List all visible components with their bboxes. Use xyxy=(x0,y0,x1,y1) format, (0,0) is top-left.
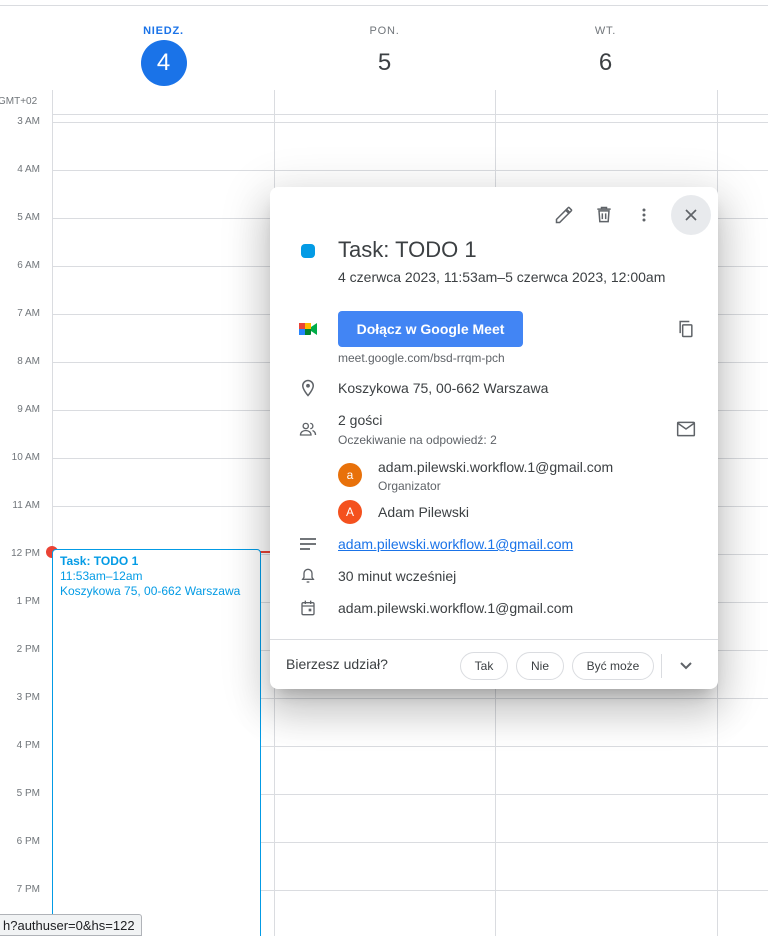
hour-label: 11 AM xyxy=(12,500,40,511)
event-details-popup: Task: TODO 1 4 czerwca 2023, 11:53am–5 c… xyxy=(270,187,718,689)
people-icon xyxy=(297,418,319,440)
hour-label: 5 PM xyxy=(16,788,40,799)
day-name: NIEDZ. xyxy=(143,25,184,37)
hour-grid-line xyxy=(52,170,768,171)
rsvp-separator xyxy=(661,654,662,678)
copy-button[interactable] xyxy=(674,317,698,341)
event-title-heading: Task: TODO 1 xyxy=(338,237,477,262)
event-location-detail: Koszykowa 75, 00-662 Warszawa xyxy=(338,380,549,396)
chevron-down-icon xyxy=(680,662,692,670)
calendar-owner: adam.pilewski.workflow.1@gmail.com xyxy=(338,600,574,616)
reminder-text: 30 minut wcześniej xyxy=(338,568,457,584)
notes-icon xyxy=(297,533,319,555)
delete-button[interactable] xyxy=(584,195,624,235)
close-button[interactable] xyxy=(671,195,711,235)
more-options-button[interactable] xyxy=(624,195,664,235)
guest-name: adam.pilewski.workflow.1@gmail.com xyxy=(378,459,614,475)
google-meet-icon xyxy=(297,318,319,340)
description-link[interactable]: adam.pilewski.workflow.1@gmail.com xyxy=(338,536,573,552)
hour-label: 4 AM xyxy=(17,164,40,175)
hour-grid-line xyxy=(52,122,768,123)
delete-icon xyxy=(597,206,611,223)
day-number[interactable]: 6 xyxy=(583,40,629,86)
event-time: 11:53am–12am xyxy=(60,569,143,583)
event-datetime: 4 czerwca 2023, 11:53am–5 czerwca 2023, … xyxy=(338,269,666,285)
rsvp-more-button[interactable] xyxy=(674,654,698,678)
event-block[interactable]: Task: TODO 1 11:53am–12am Koszykowa 75, … xyxy=(52,549,261,936)
hour-label: 6 PM xyxy=(16,836,40,847)
hour-label: 7 AM xyxy=(17,308,40,319)
guests-count: 2 gości xyxy=(338,412,383,428)
bell-icon xyxy=(297,565,319,587)
day-name: WT. xyxy=(594,25,617,37)
day-number[interactable]: 5 xyxy=(362,40,408,86)
timezone-label: GMT+02 xyxy=(0,96,38,107)
more-vert-icon xyxy=(642,208,646,222)
rsvp-no-button[interactable]: Nie xyxy=(516,652,564,680)
rsvp-yes-button[interactable]: Tak xyxy=(460,652,508,680)
all-day-divider xyxy=(52,114,768,115)
day-header-tuesday[interactable]: WT. 6 xyxy=(495,0,716,90)
calendar-icon xyxy=(297,597,319,619)
hour-label: 10 AM xyxy=(11,452,40,463)
hour-label: 4 PM xyxy=(16,740,40,751)
meet-link[interactable]: meet.google.com/bsd-rrqm-pch xyxy=(338,351,505,365)
rsvp-divider xyxy=(270,639,718,640)
edit-icon xyxy=(555,206,573,224)
edit-button[interactable] xyxy=(544,195,584,235)
join-meet-button[interactable]: Dołącz w Google Meet xyxy=(338,311,523,347)
guest-role: Organizator xyxy=(378,479,441,493)
rsvp-label: Bierzesz udział? xyxy=(286,656,388,672)
rsvp-maybe-button[interactable]: Być może xyxy=(572,652,654,680)
hour-label: 6 AM xyxy=(17,260,40,271)
event-title: Task: TODO 1 xyxy=(60,554,139,568)
status-bar-url: h?authuser=0&hs=122 xyxy=(0,914,142,936)
close-icon xyxy=(685,209,697,221)
event-color-square xyxy=(301,244,315,258)
hour-label: 12 PM xyxy=(11,548,40,559)
hour-label: 2 PM xyxy=(16,644,40,655)
event-location: Koszykowa 75, 00-662 Warszawa xyxy=(60,584,241,598)
day-name: PON. xyxy=(369,25,400,37)
hour-label: 9 AM xyxy=(17,404,40,415)
hour-label: 5 AM xyxy=(17,212,40,223)
avatar: A xyxy=(338,500,362,524)
day-header-sunday[interactable]: NIEDZ. 4 xyxy=(53,0,274,90)
copy-icon xyxy=(679,320,693,338)
guest-name: Adam Pilewski xyxy=(378,504,470,520)
day-number[interactable]: 4 xyxy=(140,40,187,86)
hour-label: 3 AM xyxy=(17,116,40,127)
hour-label: 7 PM xyxy=(16,884,40,895)
hour-label: 3 PM xyxy=(16,692,40,703)
email-guests-button[interactable] xyxy=(674,417,698,441)
mail-icon xyxy=(676,421,696,437)
location-icon xyxy=(297,377,319,399)
day-header-monday[interactable]: PON. 5 xyxy=(274,0,495,90)
hour-label: 1 PM xyxy=(16,596,40,607)
guests-waiting: Oczekiwanie na odpowiedź: 2 xyxy=(338,433,497,447)
hour-label: 8 AM xyxy=(17,356,40,367)
avatar: a xyxy=(338,463,362,487)
